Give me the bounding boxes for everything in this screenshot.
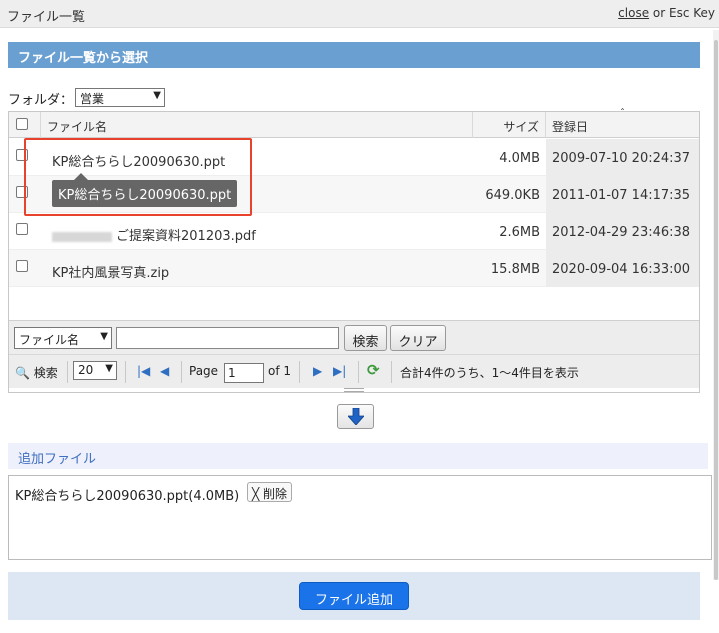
folder-select-value: 営業 <box>80 92 105 106</box>
search-input[interactable] <box>116 327 339 349</box>
separator <box>358 361 359 383</box>
file-name-cell[interactable]: ご提案資料201203.pdf <box>41 213 473 250</box>
vertical-scrollbar[interactable] <box>713 30 719 580</box>
close-area: close or Esc Key <box>618 6 715 20</box>
separator <box>67 361 68 383</box>
next-page-icon[interactable]: ▶ <box>313 364 322 378</box>
column-header-size[interactable]: サイズ <box>473 112 546 138</box>
add-file-button[interactable]: ファイル追加 <box>299 582 409 610</box>
sort-caret-icon: ˆ <box>620 108 625 119</box>
page-size-select[interactable]: 20 ▼ <box>73 361 117 380</box>
select-from-list-header: ファイル一覧から選択 <box>8 42 700 68</box>
column-header-date[interactable]: 登録日 ˆ <box>546 108 699 138</box>
grid-header: ファイル名 サイズ 登録日 ˆ <box>9 108 699 138</box>
table-row[interactable]: ご提案資料201203.pdf 2.6MB 2012-04-29 23:46:3… <box>9 213 699 250</box>
refresh-icon[interactable]: ⟳ <box>367 361 380 379</box>
added-files-header: 追加ファイル <box>8 443 708 469</box>
column-header-date-label: 登録日 <box>552 120 589 134</box>
prev-page-icon[interactable]: ◀ <box>160 364 169 378</box>
pager-summary: 合計4件のうち、1〜4件目を表示 <box>400 366 579 380</box>
search-bar: ファイル名 ▼ 検索 クリア <box>9 320 699 354</box>
close-hint: or Esc Key <box>649 6 715 20</box>
separator <box>125 361 126 383</box>
row-checkbox[interactable] <box>16 260 28 272</box>
file-date: 2020-09-04 16:33:00 <box>546 250 699 287</box>
search-field-value: ファイル名 <box>19 333 80 347</box>
dialog-titlebar: ファイル一覧 close or Esc Key <box>0 0 719 28</box>
filename-tooltip: KP総合ちらし20090630.ppt <box>52 173 238 207</box>
folder-select[interactable]: 営業 ▼ <box>75 88 165 107</box>
folder-label: フォルダ： <box>8 93 74 108</box>
header-checkbox-cell <box>9 112 41 138</box>
file-date: 2009-07-10 20:24:37 <box>546 139 699 176</box>
search-toggle-label: 検索 <box>33 366 58 380</box>
page-count: of 1 <box>268 364 292 378</box>
separator <box>181 361 182 383</box>
footer-bar: ファイル追加 <box>8 572 700 620</box>
magnifier-icon: 🔍 <box>15 366 30 380</box>
page-number-input[interactable]: 1 <box>224 363 264 383</box>
table-row[interactable]: KP社内風景写真.zip 15.8MB 2020-09-04 16:33:00 <box>9 250 699 287</box>
search-toggle[interactable]: 🔍 検索 <box>15 364 58 381</box>
page-label: Page <box>189 364 219 378</box>
added-files-box: KP総合ちらし20090630.ppt(4.0MB) ╳ 削除 <box>8 475 712 560</box>
file-name[interactable]: KP社内風景写真.zip <box>41 250 473 287</box>
separator <box>391 361 392 383</box>
file-size: 15.8MB <box>490 262 540 277</box>
row-checkbox[interactable] <box>16 223 28 235</box>
scrollbar-thumb[interactable] <box>714 40 718 580</box>
page-size-value: 20 <box>78 363 94 377</box>
first-page-icon[interactable]: |◀ <box>137 364 150 378</box>
column-header-name[interactable]: ファイル名 <box>41 112 473 138</box>
file-size: 4.0MB <box>499 151 540 166</box>
separator <box>299 361 300 383</box>
resize-grip[interactable] <box>344 388 364 392</box>
chevron-down-icon: ▼ <box>100 331 108 342</box>
add-to-selection-button[interactable] <box>337 404 374 429</box>
arrow-down-icon <box>348 408 364 425</box>
delete-button[interactable]: ╳ 削除 <box>247 482 293 502</box>
last-page-icon[interactable]: ▶| <box>333 364 346 378</box>
file-date: 2011-01-07 14:17:35 <box>546 176 699 213</box>
chevron-down-icon: ▼ <box>105 363 113 374</box>
dialog-title: ファイル一覧 <box>7 10 86 25</box>
search-field-select[interactable]: ファイル名 ▼ <box>14 327 112 349</box>
clear-button[interactable]: クリア <box>390 325 446 351</box>
close-link[interactable]: close <box>618 6 649 20</box>
redacted-text <box>52 231 112 242</box>
select-all-checkbox[interactable] <box>16 118 28 130</box>
added-file-name: KP総合ちらし20090630.ppt(4.0MB) <box>15 489 240 504</box>
file-date: 2012-04-29 23:46:38 <box>546 213 699 250</box>
search-button[interactable]: 検索 <box>344 325 387 351</box>
chevron-down-icon: ▼ <box>153 90 161 101</box>
pager: 🔍 検索 20 ▼ |◀ ◀ Page 1 of 1 ▶ ▶| ⟳ 合計4件のう… <box>9 354 699 388</box>
file-name: ご提案資料201203.pdf <box>116 229 256 244</box>
file-size: 2.6MB <box>499 225 540 240</box>
file-size: 649.0KB <box>485 188 540 203</box>
